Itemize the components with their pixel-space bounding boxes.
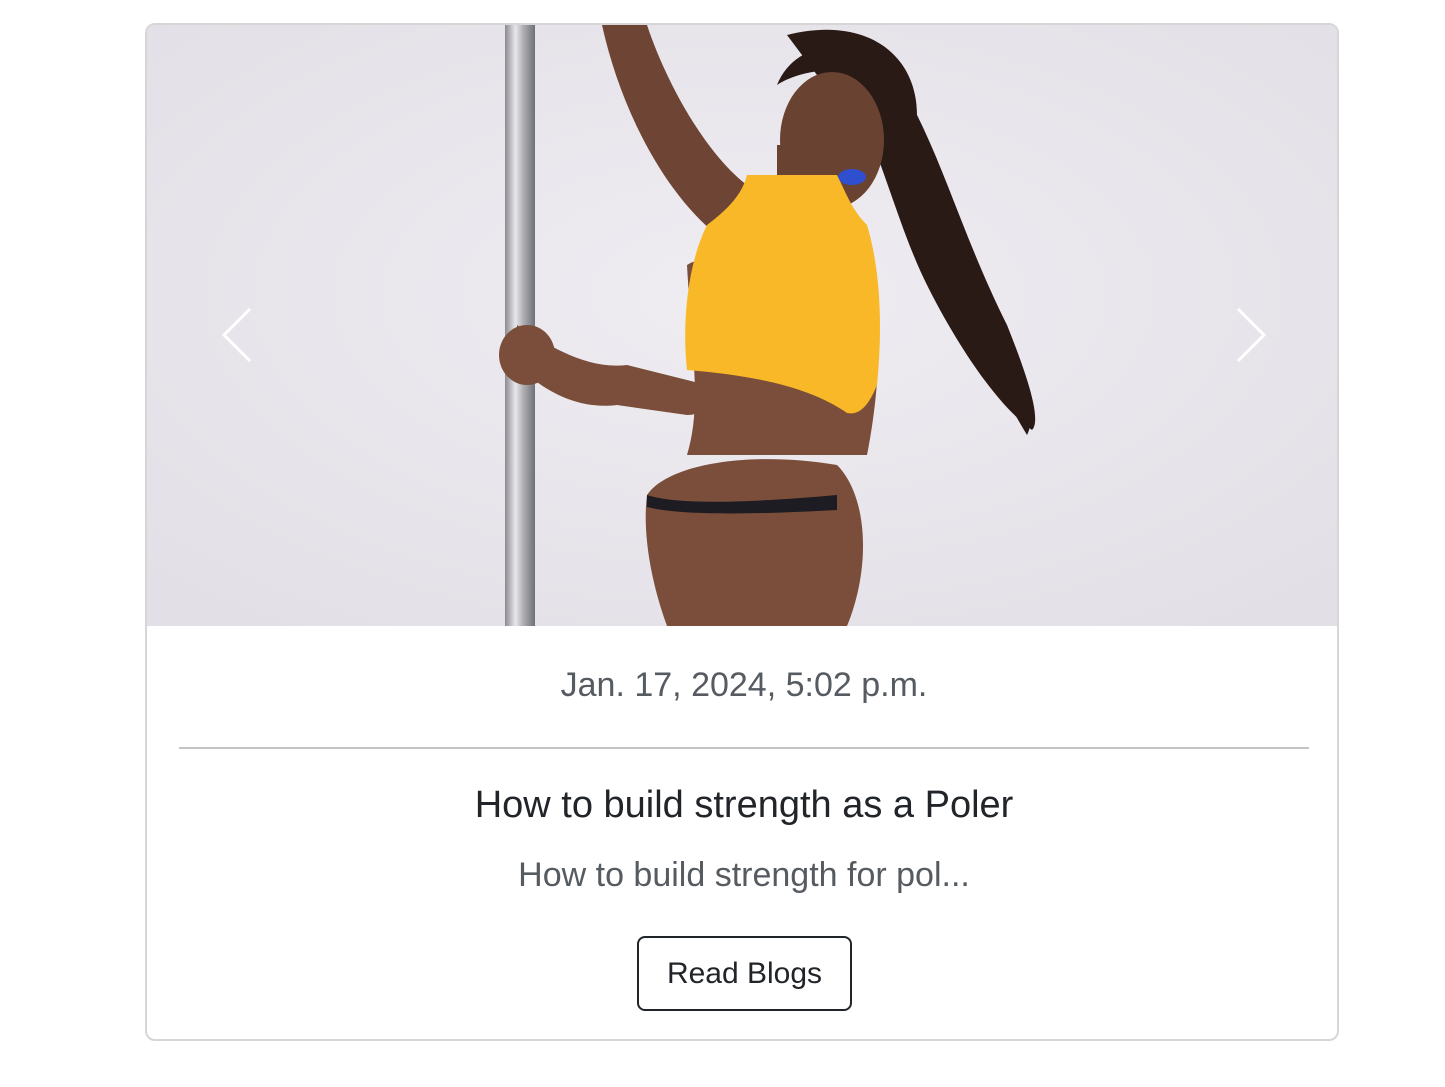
- post-title: How to build strength as a Poler: [474, 784, 1014, 826]
- post-date: Jan. 17, 2024, 5:02 p.m.: [560, 666, 928, 704]
- chevron-right-icon: [1236, 307, 1267, 362]
- carousel-next-button[interactable]: [1161, 25, 1337, 626]
- divider: [179, 747, 1309, 749]
- chevron-left-icon: [221, 307, 252, 362]
- read-blogs-button[interactable]: Read Blogs: [637, 936, 852, 1011]
- post-excerpt: How to build strength for pol...: [518, 856, 970, 894]
- carousel-prev-button[interactable]: [147, 25, 327, 626]
- blog-card: Jan. 17, 2024, 5:02 p.m. How to build st…: [145, 23, 1339, 1041]
- image-carousel: [147, 25, 1337, 626]
- card-body: Jan. 17, 2024, 5:02 p.m. How to build st…: [147, 626, 1337, 1039]
